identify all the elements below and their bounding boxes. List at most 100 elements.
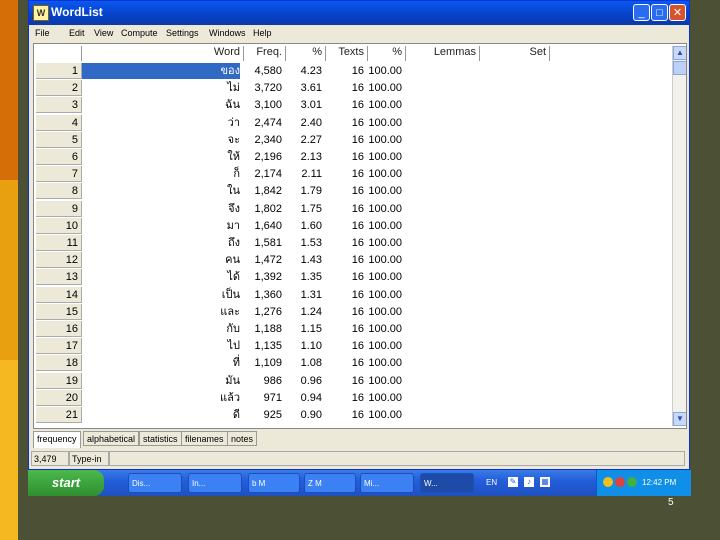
table-row[interactable]: 13 ได้ 1,392 1.35 16 100.00 (34, 269, 674, 286)
tray-app-icon[interactable] (615, 477, 625, 487)
row-number: 7 (36, 166, 82, 183)
app-icon: W (33, 5, 49, 21)
texts-cell: 16 (351, 271, 364, 284)
word-table: Word Freq. % Texts % Lemmas Set 1 ของ 4,58… (33, 43, 687, 429)
word-cell: เป็น (221, 288, 240, 301)
freq-cell: 1,188 (254, 323, 282, 335)
tab-filenames[interactable]: filenames (181, 431, 228, 446)
tray-app-icon[interactable] (603, 477, 613, 487)
word-cell: ก็ (233, 168, 240, 181)
freq-cell: 1,392 (254, 271, 282, 284)
header-set[interactable]: Set (480, 46, 550, 61)
taskbar-item[interactable]: Mi... (360, 473, 414, 493)
taskbar-item[interactable]: Z M (304, 473, 356, 493)
menu-settings[interactable]: Settings (166, 28, 199, 38)
table-row[interactable]: 6 ให้ 2,196 2.13 16 100.00 (34, 149, 674, 166)
word-cell: ได้ (227, 271, 240, 284)
table-row[interactable]: 7 ก็ 2,174 2.11 16 100.00 (34, 166, 674, 183)
tab-statistics[interactable]: statistics (139, 431, 182, 446)
row-number: 9 (36, 200, 82, 217)
menu-edit[interactable]: Edit (69, 28, 85, 38)
row-number: 2 (36, 80, 82, 97)
table-row[interactable]: 14 เป็น 1,360 1.31 16 100.00 (34, 286, 674, 304)
keyboard-icon[interactable]: ▦ (540, 477, 550, 487)
freq-cell: 971 (263, 391, 282, 404)
table-row[interactable]: 19 มัน 986 0.96 16 100.00 (34, 372, 674, 390)
table-row[interactable]: 1 ของ 4,580 4.23 16 100.00 (34, 63, 674, 80)
table-row[interactable]: 2 ไม่ 3,720 3.61 16 100.00 (34, 80, 674, 97)
header-word[interactable]: Word (82, 46, 244, 61)
texts-pct-cell: 100.00 (368, 254, 402, 267)
texts-cell: 16 (351, 409, 364, 421)
taskbar-item-wordlist[interactable]: W... (420, 473, 474, 493)
header-lemmas[interactable]: Lemmas (406, 46, 480, 61)
texts-pct-cell: 100.00 (368, 271, 402, 284)
scroll-down-arrow[interactable]: ▼ (673, 412, 686, 426)
menu-compute[interactable]: Compute (121, 28, 158, 38)
status-empty-pane (109, 451, 685, 466)
tab-alphabetical[interactable]: alphabetical (83, 431, 140, 446)
table-row[interactable]: 20 แล้ว 971 0.94 16 100.00 (34, 389, 674, 407)
start-label: start (51, 475, 81, 490)
table-row[interactable]: 10 มา 1,640 1.60 16 100.00 (34, 217, 674, 235)
table-row[interactable]: 4 ว่า 2,474 2.40 16 100.00 (34, 114, 674, 132)
texts-cell: 16 (351, 82, 364, 95)
table-row[interactable]: 15 และ 1,276 1.24 16 100.00 (34, 303, 674, 321)
minimize-button[interactable]: _ (633, 4, 650, 21)
scroll-thumb[interactable] (673, 61, 686, 75)
tab-notes[interactable]: notes (227, 431, 258, 446)
table-row[interactable]: 5 จะ 2,340 2.27 16 100.00 (34, 131, 674, 149)
wrench-icon[interactable]: ✎ (508, 477, 518, 487)
slide-accent-bar (0, 0, 18, 540)
pct-cell: 2.13 (300, 151, 322, 163)
row-number: 14 (36, 286, 82, 303)
freq-cell: 1,802 (254, 202, 282, 215)
table-row[interactable]: 8 ใน 1,842 1.79 16 100.00 (34, 183, 674, 200)
pct-cell: 2.27 (300, 133, 322, 146)
scroll-up-arrow[interactable]: ▲ (673, 46, 686, 60)
table-row[interactable]: 21 ดี 925 0.90 16 100.00 (34, 407, 674, 424)
pct-cell: 3.01 (300, 99, 322, 112)
texts-cell: 16 (351, 133, 364, 146)
taskbar-item[interactable]: b M (248, 473, 300, 493)
texts-cell: 16 (351, 391, 364, 404)
table-row[interactable]: 17 ไป 1,135 1.10 16 100.00 (34, 338, 674, 355)
table-row[interactable]: 3 ฉัน 3,100 3.01 16 100.00 (34, 97, 674, 114)
texts-cell: 16 (351, 323, 364, 335)
close-button[interactable]: ✕ (669, 4, 686, 21)
freq-cell: 1,360 (254, 288, 282, 301)
table-row[interactable]: 18 ที่ 1,109 1.08 16 100.00 (34, 355, 674, 372)
freq-cell: 2,340 (254, 133, 282, 146)
volume-icon[interactable]: ♪ (524, 477, 534, 487)
header-freq[interactable]: Freq. (244, 46, 286, 61)
maximize-button[interactable]: □ (651, 4, 668, 21)
freq-cell: 1,640 (254, 219, 282, 232)
menu-view[interactable]: View (94, 28, 113, 38)
taskbar-item[interactable]: Dis... (128, 473, 182, 493)
title-bar[interactable]: W WordList _ □ ✕ (29, 1, 689, 25)
tray-app-icon[interactable] (627, 477, 637, 487)
header-texts[interactable]: Texts (326, 46, 368, 61)
pct-cell: 4.23 (300, 65, 322, 77)
language-indicator[interactable]: EN (486, 478, 497, 487)
menu-windows[interactable]: Windows (209, 28, 246, 38)
table-row[interactable]: 16 กับ 1,188 1.15 16 100.00 (34, 321, 674, 338)
table-row[interactable]: 9 จึง 1,802 1.75 16 100.00 (34, 200, 674, 218)
menu-help[interactable]: Help (253, 28, 272, 38)
clock[interactable]: 12:42 PM (642, 478, 676, 487)
menu-file[interactable]: File (35, 28, 50, 38)
start-button[interactable]: start (28, 470, 104, 496)
texts-cell: 16 (351, 374, 364, 387)
status-type: Type-in (69, 451, 109, 466)
texts-pct-cell: 100.00 (368, 357, 402, 370)
header-pct[interactable]: % (286, 46, 326, 61)
word-cell: ไป (227, 340, 240, 353)
vertical-scrollbar[interactable]: ▲ ▼ (672, 46, 686, 426)
header-texts-pct[interactable]: % (368, 46, 406, 61)
table-row[interactable]: 12 คน 1,472 1.43 16 100.00 (34, 252, 674, 269)
table-row[interactable]: 11 ถึง 1,581 1.53 16 100.00 (34, 235, 674, 252)
wordlist-window: W WordList _ □ ✕ File Edit View Compute … (28, 0, 690, 470)
taskbar-item[interactable]: In... (188, 473, 242, 493)
texts-pct-cell: 100.00 (368, 305, 402, 318)
tab-frequency[interactable]: frequency (33, 431, 81, 448)
